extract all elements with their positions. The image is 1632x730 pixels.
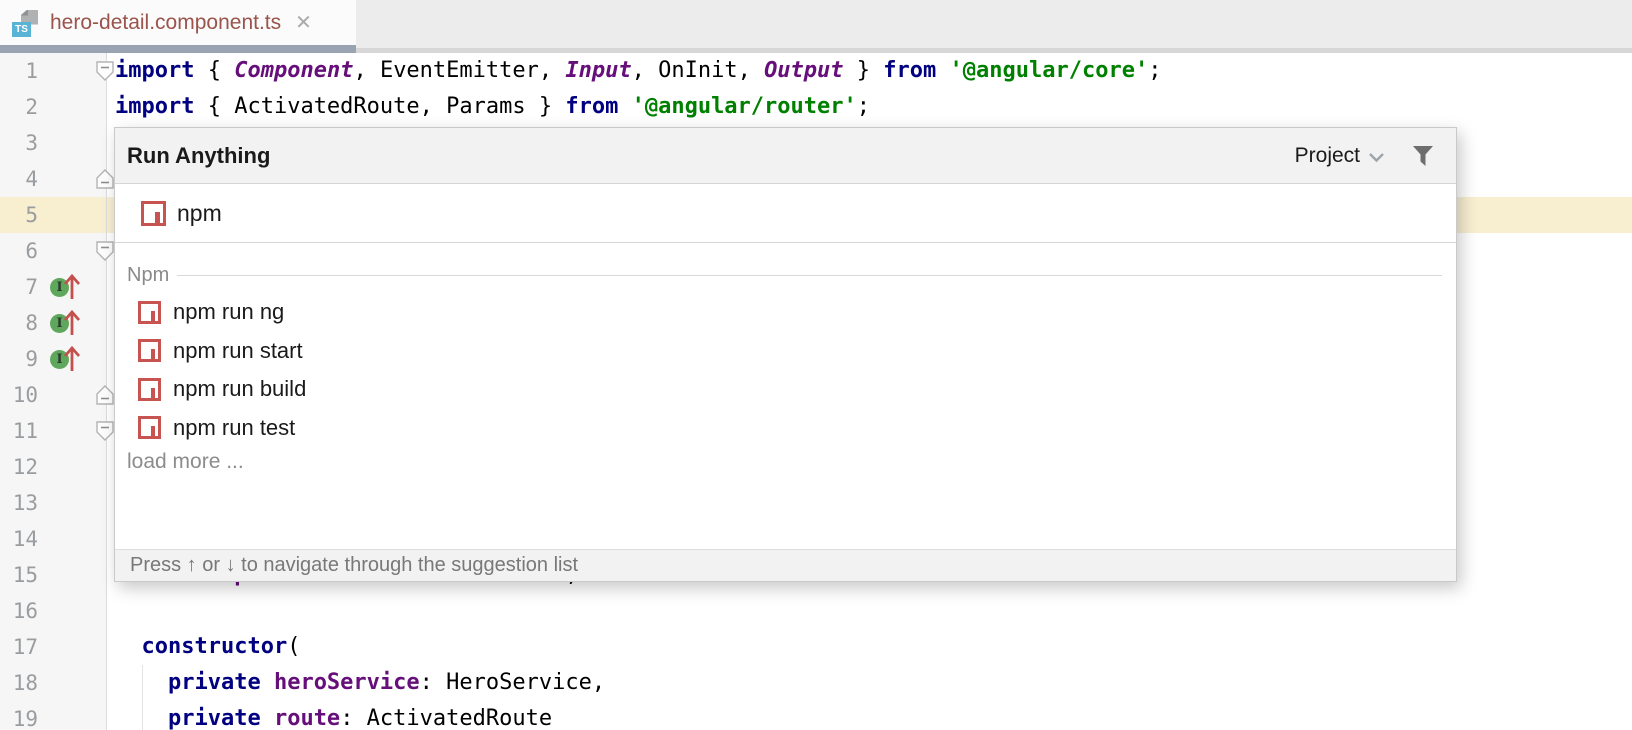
suggestion-item-label: npm run test	[173, 415, 295, 441]
code-line[interactable]: 16	[0, 593, 1632, 629]
section-header-npm: Npm	[115, 243, 1456, 293]
popup-footer-hint: Press ↑ or ↓ to navigate through the sug…	[115, 549, 1456, 581]
code-text: private heroService: HeroService,	[115, 665, 605, 701]
code-text: import { Component, EventEmitter, Input,…	[115, 53, 1161, 89]
line-number: 2	[0, 89, 38, 125]
suggestion-item-label: npm run start	[173, 338, 303, 364]
code-text: private route: ActivatedRoute	[115, 701, 552, 730]
chevron-down-icon[interactable]	[1368, 152, 1385, 163]
section-rule	[177, 275, 1442, 276]
suggestion-item-label: npm run ng	[173, 299, 284, 325]
up-arrow-icon	[63, 344, 81, 374]
line-number: 6	[0, 233, 38, 269]
suggestion-item[interactable]: npm run build	[115, 370, 1456, 409]
npm-icon	[138, 301, 161, 324]
code-line[interactable]: 2 import { ActivatedRoute, Params } from …	[0, 89, 1632, 125]
suggestion-item-label: npm run build	[173, 376, 306, 402]
line-number: 14	[0, 521, 38, 557]
npm-icon	[138, 378, 161, 401]
line-number: 19	[0, 701, 38, 730]
tab-title: hero-detail.component.ts	[50, 11, 281, 35]
filter-icon[interactable]	[1411, 145, 1435, 167]
editor-tab-bar: TS hero-detail.component.ts ✕	[0, 0, 1632, 53]
fold-marker-icon[interactable]	[96, 421, 114, 441]
npm-icon	[138, 416, 161, 439]
suggestion-list: Npm npm run ng npm run start npm run build…	[115, 243, 1456, 549]
code-text: constructor(	[115, 629, 300, 665]
line-number: 13	[0, 485, 38, 521]
line-number: 5	[0, 197, 38, 233]
run-anything-header: Run Anything Project	[115, 128, 1456, 184]
line-number: 18	[0, 665, 38, 701]
line-number: 17	[0, 629, 38, 665]
code-text: import { ActivatedRoute, Params } from '…	[115, 89, 870, 125]
line-number: 15	[0, 557, 38, 593]
line-number: 3	[0, 125, 38, 161]
up-arrow-icon	[63, 272, 81, 302]
npm-icon	[138, 339, 161, 362]
fold-marker-icon[interactable]	[96, 169, 114, 189]
load-more-item[interactable]: load more ...	[115, 447, 1456, 477]
line-number: 1	[0, 53, 38, 89]
angular-input-marker-icon[interactable]: I	[50, 344, 86, 374]
angular-input-marker-icon[interactable]: I	[50, 272, 86, 302]
run-anything-input[interactable]: npm	[115, 184, 1456, 243]
npm-icon	[141, 201, 166, 226]
scope-selector[interactable]: Project	[1295, 144, 1360, 168]
active-tab-underline	[0, 45, 356, 53]
line-number: 7	[0, 269, 38, 305]
line-number: 4	[0, 161, 38, 197]
line-number: 9	[0, 341, 38, 377]
fold-marker-icon[interactable]	[96, 241, 114, 261]
line-number: 11	[0, 413, 38, 449]
code-line[interactable]: 17 constructor(	[0, 629, 1632, 665]
line-number: 8	[0, 305, 38, 341]
typescript-file-icon: TS	[12, 8, 40, 38]
up-arrow-icon	[63, 308, 81, 338]
line-number: 12	[0, 449, 38, 485]
tab-close-icon[interactable]: ✕	[295, 13, 312, 33]
angular-input-marker-icon[interactable]: I	[50, 308, 86, 338]
suggestion-item[interactable]: npm run test	[115, 409, 1456, 448]
fold-marker-icon[interactable]	[96, 385, 114, 405]
line-number: 10	[0, 377, 38, 413]
suggestion-item[interactable]: npm run ng	[115, 293, 1456, 332]
search-query-text: npm	[177, 200, 222, 227]
line-number: 16	[0, 593, 38, 629]
suggestion-item[interactable]: npm run start	[115, 332, 1456, 371]
fold-marker-icon[interactable]	[96, 61, 114, 81]
code-line[interactable]: 19 private route: ActivatedRoute	[0, 701, 1632, 730]
run-anything-popup: Run Anything Project npm Npm npm run ng n…	[114, 127, 1457, 582]
code-line[interactable]: 1 import { Component, EventEmitter, Input…	[0, 53, 1632, 89]
code-line[interactable]: 18 private heroService: HeroService,	[0, 665, 1632, 701]
popup-title: Run Anything	[127, 143, 270, 169]
